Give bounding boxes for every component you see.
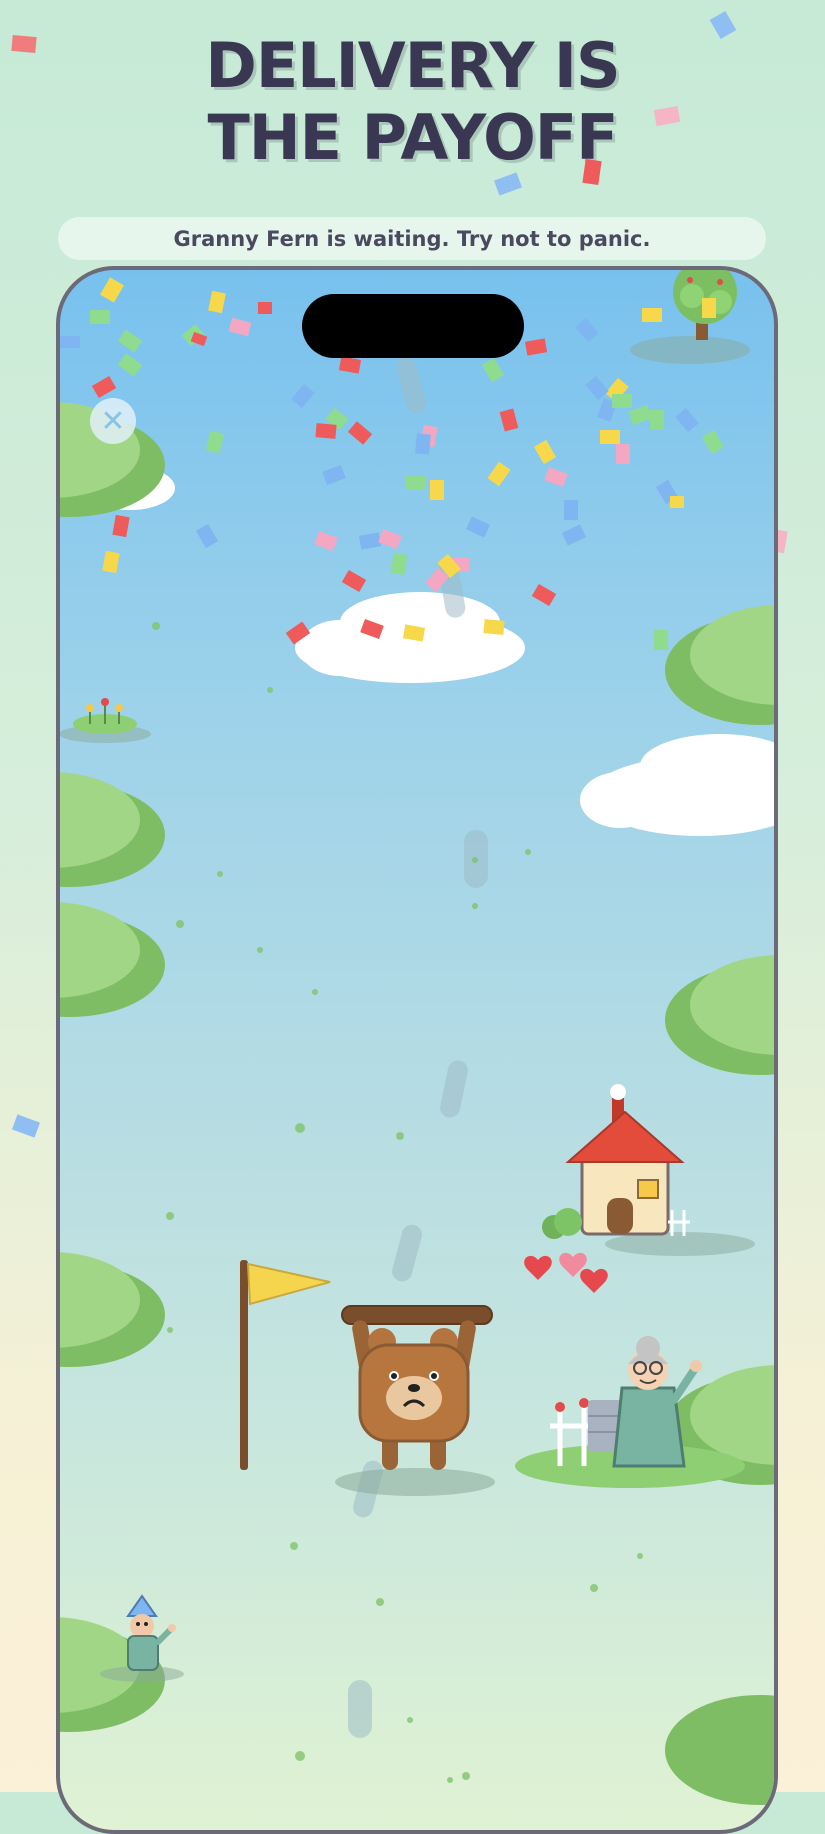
- hill-right: [665, 955, 774, 1075]
- hill-left: [60, 1252, 165, 1367]
- cloud: [580, 734, 774, 836]
- hill-left: [60, 772, 165, 887]
- heart-icon: [524, 1255, 552, 1280]
- hill-left: [60, 902, 165, 1017]
- game-scene: [60, 270, 774, 1805]
- flag-icon: [240, 1260, 331, 1470]
- heart-icon: [580, 1268, 608, 1293]
- subtitle-banner: Granny Fern is waiting. Try not to panic…: [58, 217, 766, 260]
- dynamic-island: [302, 294, 524, 358]
- hill-right: [665, 605, 774, 725]
- confetti-piece: [493, 172, 523, 196]
- grass-dots: [152, 622, 643, 1783]
- confetti-piece: [11, 1114, 41, 1138]
- flower-patch: [60, 698, 151, 743]
- bear-carrying-plank: [335, 1305, 495, 1496]
- house-icon: [542, 1084, 755, 1256]
- headline-line-2: THE PAYOFF: [207, 101, 618, 174]
- close-icon[interactable]: ✕: [90, 398, 136, 444]
- headline-line-1: DELIVERY IS: [205, 29, 620, 102]
- phone-frame: ✕: [56, 266, 778, 1834]
- hill-right: [665, 1695, 774, 1805]
